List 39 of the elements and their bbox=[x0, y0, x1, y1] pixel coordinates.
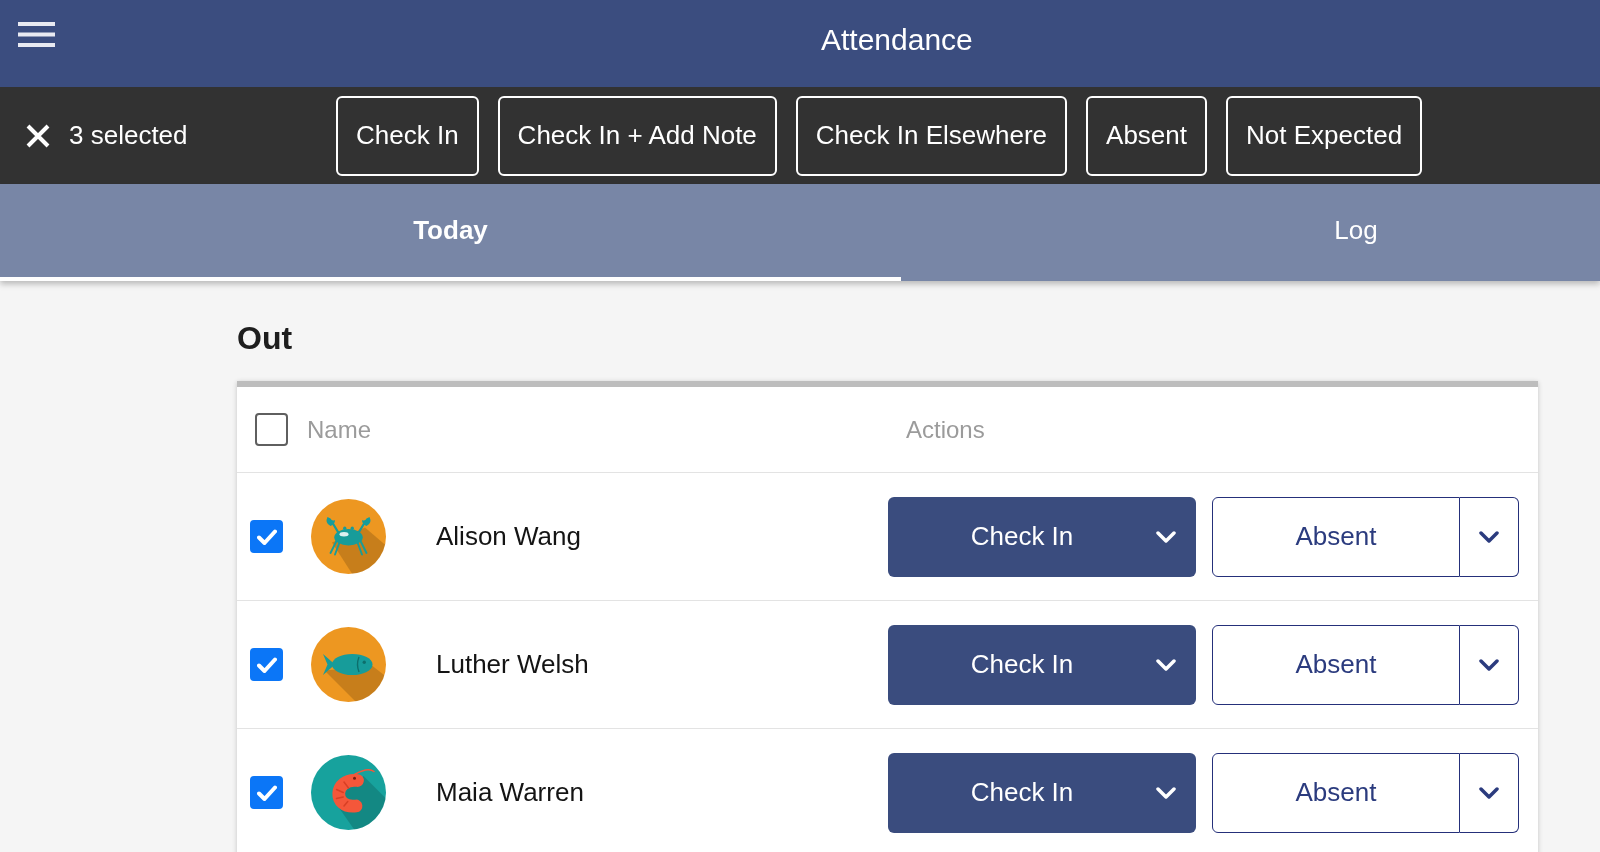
selection-count: 3 selected bbox=[69, 120, 188, 151]
student-name: Luther Welsh bbox=[436, 649, 589, 680]
bulk-action-button[interactable]: Not Expected bbox=[1226, 95, 1423, 176]
bulk-action-button[interactable]: Check In + Add Note bbox=[497, 95, 777, 176]
checkbox[interactable] bbox=[250, 648, 283, 681]
checkmark-icon bbox=[256, 656, 277, 673]
checkbox[interactable] bbox=[250, 520, 283, 553]
check-in-button[interactable]: Check In bbox=[888, 624, 1196, 705]
checkbox[interactable] bbox=[255, 413, 288, 446]
absent-button[interactable]: Absent bbox=[1212, 496, 1460, 577]
checkmark-icon bbox=[256, 528, 277, 545]
chevron-down-icon bbox=[1156, 658, 1176, 671]
chevron-down-icon bbox=[1479, 786, 1499, 799]
bulk-action-button[interactable]: Check In Elsewhere bbox=[795, 95, 1068, 176]
student-name: Alison Wang bbox=[436, 521, 581, 552]
checkmark-icon bbox=[256, 784, 277, 801]
tab[interactable]: Today bbox=[0, 184, 901, 281]
menu-icon[interactable] bbox=[18, 22, 55, 47]
chevron-down-icon bbox=[1479, 530, 1499, 543]
checkbox[interactable] bbox=[250, 776, 283, 809]
chevron-down-icon bbox=[1479, 658, 1499, 671]
column-header: Name bbox=[307, 415, 372, 444]
chevron-down-icon bbox=[1156, 786, 1176, 799]
check-in-button[interactable]: Check In bbox=[888, 496, 1196, 577]
chevron-down-icon bbox=[1156, 530, 1176, 543]
student-name: Maia Warren bbox=[436, 777, 584, 808]
check-in-button[interactable]: Check In bbox=[888, 752, 1196, 833]
bulk-action-button[interactable]: Check In bbox=[336, 95, 479, 176]
dropdown-button[interactable] bbox=[1460, 496, 1519, 577]
dropdown-button[interactable] bbox=[1460, 752, 1519, 833]
section-heading: Out bbox=[237, 319, 294, 357]
absent-button[interactable]: Absent bbox=[1212, 752, 1460, 833]
tab[interactable]: Log bbox=[901, 184, 1600, 281]
absent-button[interactable]: Absent bbox=[1212, 624, 1460, 705]
bulk-action-button[interactable]: Absent bbox=[1086, 95, 1207, 176]
dropdown-button[interactable] bbox=[1460, 624, 1519, 705]
app-title: Attendance bbox=[821, 22, 973, 58]
close-icon[interactable] bbox=[25, 122, 51, 149]
column-header: Actions bbox=[906, 415, 985, 444]
